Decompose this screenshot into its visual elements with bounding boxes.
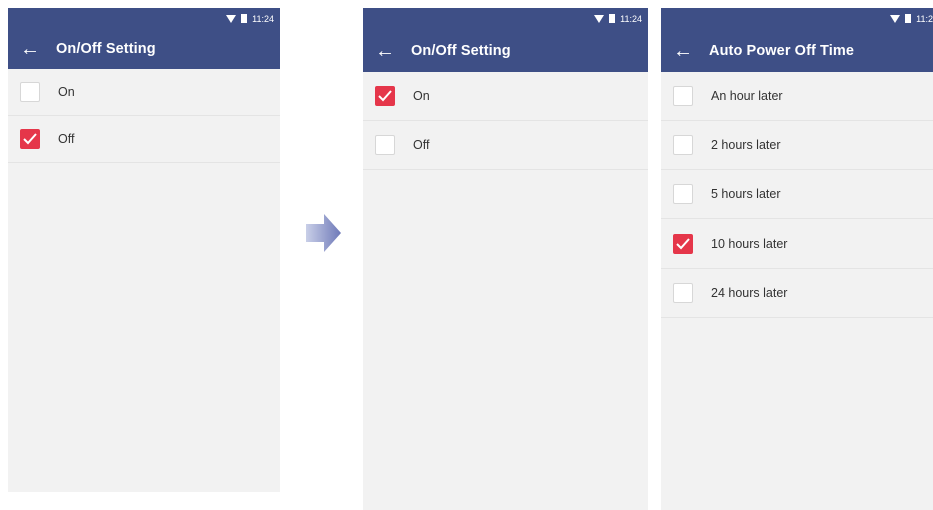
checkmark-icon <box>23 133 37 145</box>
option-list: An hour later 2 hours later 5 hours late… <box>661 72 933 318</box>
list-item[interactable]: An hour later <box>661 72 933 121</box>
wifi-icon <box>226 14 237 23</box>
option-label: 10 hours later <box>711 236 788 251</box>
checkbox[interactable] <box>673 233 693 254</box>
option-label: Off <box>58 132 75 146</box>
battery-icon <box>905 14 912 23</box>
checkbox[interactable] <box>20 129 40 149</box>
wifi-icon <box>594 14 605 23</box>
option-label: 2 hours later <box>711 138 781 152</box>
battery-icon <box>609 14 616 23</box>
checkbox[interactable] <box>20 82 40 102</box>
back-arrow-icon[interactable]: ← <box>673 41 693 61</box>
checkbox[interactable] <box>673 184 693 204</box>
option-label: 24 hours later <box>711 286 788 300</box>
screen-onoff-after: 11:24 ← On/Off Setting On Off <box>363 8 648 510</box>
app-bar: ← On/Off Setting <box>8 29 280 69</box>
list-item[interactable]: Off <box>8 116 280 163</box>
option-label: Off <box>413 138 430 152</box>
status-bar: 11:24 <box>363 8 648 29</box>
list-item[interactable]: Off <box>363 121 648 170</box>
option-list: On Off <box>363 72 648 170</box>
wifi-icon <box>890 14 901 23</box>
list-item[interactable]: 5 hours later <box>661 170 933 219</box>
list-item[interactable]: On <box>8 69 280 116</box>
checkbox[interactable] <box>673 135 693 155</box>
option-list: On Off <box>8 69 280 163</box>
list-item[interactable]: 10 hours later <box>661 219 933 269</box>
option-label: 5 hours later <box>711 187 781 201</box>
option-label: On <box>413 89 430 103</box>
app-bar: ← Auto Power Off Time <box>661 29 933 72</box>
page-title: Auto Power Off Time <box>709 42 855 59</box>
screen-auto-power-off: 11:2 ← Auto Power Off Time An hour later… <box>661 8 933 510</box>
back-arrow-icon[interactable]: ← <box>20 39 40 59</box>
back-arrow-icon[interactable]: ← <box>375 41 395 61</box>
status-time: 11:24 <box>620 13 642 24</box>
right-arrow-icon <box>306 214 341 252</box>
page-title: On/Off Setting <box>411 42 511 59</box>
checkbox[interactable] <box>673 283 693 303</box>
list-item[interactable]: On <box>363 72 648 121</box>
list-item[interactable]: 24 hours later <box>661 269 933 318</box>
option-label: An hour later <box>711 89 783 103</box>
screen-onoff-before: 11:24 ← On/Off Setting On Off <box>8 8 280 492</box>
status-time: 11:24 <box>252 13 274 24</box>
checkbox[interactable] <box>375 135 395 155</box>
app-bar: ← On/Off Setting <box>363 29 648 72</box>
page-title: On/Off Setting <box>56 41 156 57</box>
checkbox[interactable] <box>673 86 693 106</box>
list-item[interactable]: 2 hours later <box>661 121 933 170</box>
checkmark-icon <box>676 237 690 249</box>
status-bar: 11:2 <box>661 8 933 29</box>
status-time: 11:2 <box>916 13 933 24</box>
checkbox[interactable] <box>375 86 395 106</box>
checkmark-icon <box>378 90 392 102</box>
battery-icon <box>241 14 248 23</box>
option-label: On <box>58 85 75 99</box>
status-bar: 11:24 <box>8 8 280 29</box>
